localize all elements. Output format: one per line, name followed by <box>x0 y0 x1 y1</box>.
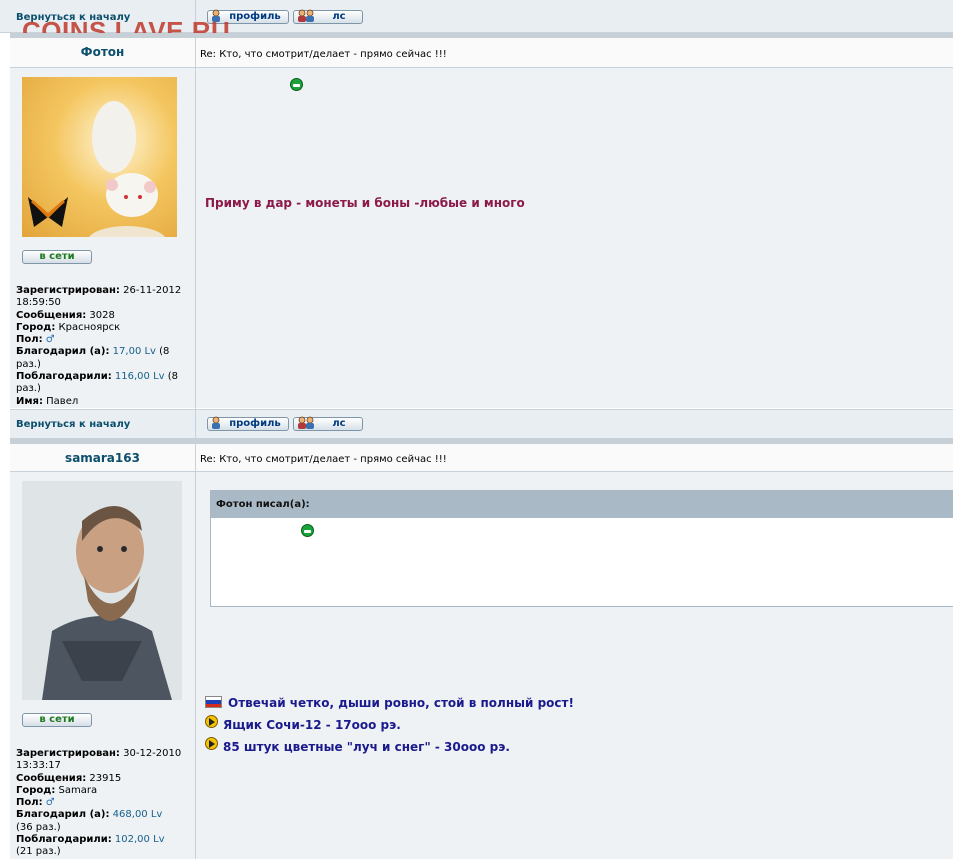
column-divider <box>195 444 196 859</box>
author-name[interactable]: samara163 <box>10 451 195 465</box>
messages-label: Сообщения: <box>16 309 87 321</box>
thanked-count: (36 раз.) <box>16 821 61 833</box>
thanked-label: Благодарил (а): <box>16 809 110 821</box>
gender-label: Пол: <box>16 797 43 809</box>
pm-button[interactable]: лс <box>293 416 363 431</box>
registered-value: 26-11-2012 <box>123 285 182 296</box>
was-thanked-value[interactable]: 102,00 Lv <box>115 834 165 845</box>
profile-button[interactable]: профиль <box>207 416 289 431</box>
thanked-label: Благодарил (а): <box>16 346 110 358</box>
registered-time: 18:59:50 <box>16 297 61 309</box>
was-thanked-count: (8 <box>167 371 179 383</box>
city-value: Красноярск <box>58 321 121 333</box>
author-info: Зарегистрирован: 26-11-2012 18:59:50 Соо… <box>16 285 191 408</box>
author-info: Зарегистрирован: 30-12-2010 13:33:17 Соо… <box>16 748 191 859</box>
column-divider <box>195 38 196 438</box>
messages-label: Сообщения: <box>16 772 87 784</box>
registered-label: Зарегистрирован: <box>16 285 120 296</box>
gender-label: Пол: <box>16 334 43 346</box>
grin-smiley-icon <box>290 78 303 91</box>
arrow-right-icon <box>205 715 218 728</box>
online-status-button[interactable]: в сети <box>22 250 92 264</box>
male-icon: ♂ <box>45 797 55 809</box>
quote-block: Фотон писал(а): <box>210 490 953 607</box>
author-avatar <box>22 481 182 700</box>
registered-label: Зарегистрирован: <box>16 748 120 759</box>
thanked-count-suffix: раз.) <box>16 358 41 370</box>
mouse-avatar-image <box>28 101 165 237</box>
post-subject: Re: Кто, что смотрит/делает - прямо сейч… <box>200 49 447 60</box>
back-to-top-link[interactable]: Вернуться к началу <box>16 419 130 430</box>
was-thanked-label: Поблагодарили: <box>16 371 112 383</box>
post-subject: Re: Кто, что смотрит/делает - прямо сейч… <box>200 454 447 465</box>
signature-line: 85 штук цветные "луч и снег" - 30ооо рэ. <box>223 740 510 754</box>
city-label: Город: <box>16 784 56 796</box>
was-thanked-count: (21 раз.) <box>16 846 61 858</box>
russia-flag-icon <box>205 696 222 708</box>
was-thanked-value[interactable]: 116,00 Lv <box>115 371 165 382</box>
quote-author-label: Фотон писал(а): <box>216 499 310 510</box>
post-body-text: Приму в дар - монеты и боны -любые и мно… <box>205 196 525 210</box>
city-value: Samara <box>58 784 98 796</box>
was-thanked-count-suffix: раз.) <box>16 383 41 395</box>
name-value: Павел <box>46 395 79 407</box>
city-label: Город: <box>16 321 56 333</box>
thanked-value[interactable]: 468,00 Lv <box>113 809 163 820</box>
registered-time: 13:33:17 <box>16 760 61 772</box>
author-avatar <box>22 77 177 237</box>
author-name[interactable]: Фотон <box>10 45 195 59</box>
male-icon: ♂ <box>45 334 55 346</box>
arrow-right-icon <box>205 737 218 750</box>
online-status-button[interactable]: в сети <box>22 713 92 727</box>
thanked-count: (8 <box>159 346 170 358</box>
post-footer-row <box>10 409 953 438</box>
signature-line: Ящик Сочи-12 - 17ооо рэ. <box>223 718 401 732</box>
pm-button[interactable]: лс <box>293 9 363 24</box>
messages-value: 3028 <box>89 309 115 321</box>
registered-value: 30-12-2010 <box>123 748 182 759</box>
grin-smiley-icon <box>301 524 314 537</box>
messages-value: 23915 <box>89 772 122 784</box>
thanked-value[interactable]: 17,00 Lv <box>113 346 156 357</box>
name-label: Имя: <box>16 395 43 407</box>
quote-header: Фотон писал(а): <box>211 491 953 518</box>
signature-line: Отвечай четко, дыши ровно, стой в полный… <box>228 696 574 710</box>
warrior-avatar-image <box>22 481 182 700</box>
was-thanked-label: Поблагодарили: <box>16 834 112 846</box>
